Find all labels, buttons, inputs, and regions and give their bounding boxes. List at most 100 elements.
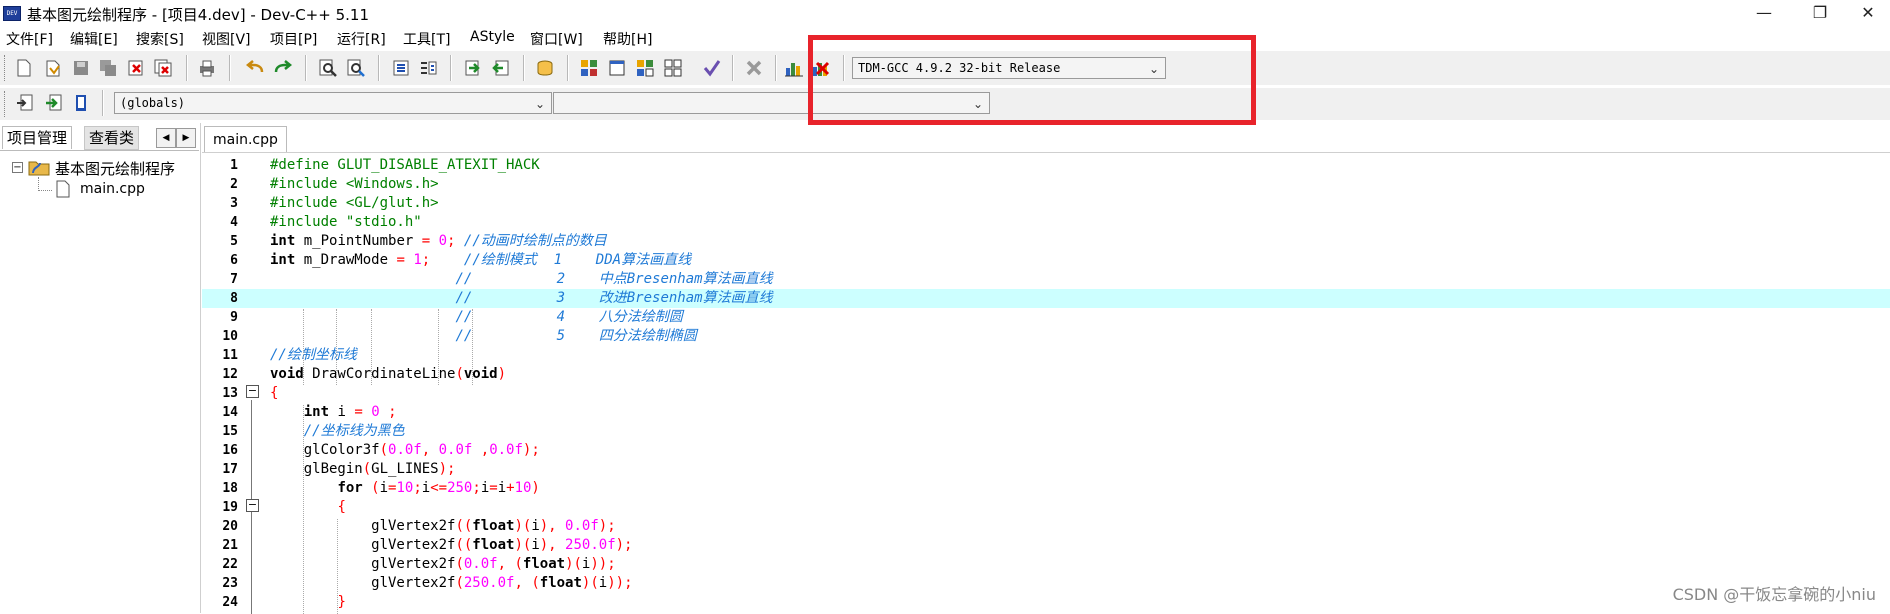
find-icon[interactable] xyxy=(317,57,339,79)
code-line[interactable]: 5 int m_PointNumber = 0; //动画时绘制点的数目 xyxy=(202,232,1890,251)
close-file-icon[interactable] xyxy=(125,57,147,79)
code-token: #include <GL/glut.h> xyxy=(270,195,439,211)
compile-icon[interactable] xyxy=(578,57,600,79)
new-file-icon[interactable] xyxy=(13,57,35,79)
line-number: 14 xyxy=(222,405,238,420)
close-button[interactable]: ✕ xyxy=(1846,0,1890,26)
code-token: i xyxy=(480,480,490,496)
maximize-button[interactable]: ❐ xyxy=(1798,0,1842,26)
rebuild-all-icon[interactable] xyxy=(662,57,684,79)
line-number: 23 xyxy=(222,576,238,591)
code-line[interactable]: 1 #define GLUT_DISABLE_ATEXIT_HACK xyxy=(202,156,1890,175)
code-line[interactable]: 12 void DrawCordinateLine(void) xyxy=(202,365,1890,384)
run-icon[interactable] xyxy=(606,57,628,79)
save-icon[interactable] xyxy=(70,57,92,79)
member-select[interactable]: ⌄ xyxy=(553,92,990,114)
tab-main-cpp[interactable]: main.cpp xyxy=(204,126,287,153)
tab-class-browser[interactable]: 查看类 xyxy=(84,126,140,150)
code-token: i xyxy=(329,404,355,420)
code-token: <= xyxy=(430,480,448,496)
code-line[interactable]: 8 // 3 改进Bresenham算法画直线 xyxy=(202,289,1890,308)
menu-project[interactable]: 项目[P] xyxy=(270,29,317,49)
menu-edit[interactable]: 编辑[E] xyxy=(70,29,118,49)
project-tree-root[interactable]: 基本图元绘制程序 xyxy=(55,158,175,179)
code-token: i xyxy=(598,575,608,591)
code-token: // 2 中点Bresenham算法画直线 xyxy=(455,271,773,287)
menu-tools[interactable]: 工具[T] xyxy=(403,29,450,49)
code-text: //绘制坐标线 xyxy=(270,346,357,365)
code-text: #define GLUT_DISABLE_ATEXIT_HACK xyxy=(270,156,540,175)
code-line[interactable]: 18 for (i=10;i<=250;i=i+10) xyxy=(202,479,1890,498)
unindent-icon[interactable] xyxy=(417,57,439,79)
project-options-icon[interactable] xyxy=(534,57,556,79)
save-all-icon[interactable] xyxy=(97,57,119,79)
code-line[interactable]: 24 } xyxy=(202,593,1890,612)
code-line[interactable]: 4 #include "stdio.h" xyxy=(202,213,1890,232)
indent-icon[interactable] xyxy=(390,57,412,79)
bookmark-icon[interactable] xyxy=(70,92,92,114)
code-line[interactable]: 3 #include <GL/glut.h> xyxy=(202,194,1890,213)
code-line[interactable]: 9 // 4 八分法绘制圆 xyxy=(202,308,1890,327)
compile-run-icon[interactable] xyxy=(634,57,656,79)
replace-icon[interactable] xyxy=(345,57,367,79)
code-line[interactable]: 10 // 5 四分法绘制椭圆 xyxy=(202,327,1890,346)
code-token: (( xyxy=(455,518,473,534)
code-line[interactable]: 15 //坐标线为黑色 xyxy=(202,422,1890,441)
code-token: ); xyxy=(615,537,633,553)
open-file-icon[interactable] xyxy=(42,57,64,79)
code-line[interactable]: 21 glVertex2f((float)(i), 250.0f); xyxy=(202,536,1890,555)
window-title: 基本图元绘制程序 - [项目4.dev] - Dev-C++ 5.11 xyxy=(27,6,369,24)
insert-code-icon[interactable] xyxy=(13,92,35,114)
code-line[interactable]: 13 { xyxy=(202,384,1890,403)
profile-chart-icon[interactable] xyxy=(783,57,805,79)
undo-icon[interactable] xyxy=(244,57,266,79)
tab-project-manager[interactable]: 项目管理 xyxy=(2,126,73,149)
print-icon[interactable] xyxy=(196,57,218,79)
fold-collapse-icon[interactable]: − xyxy=(246,499,259,512)
compiler-select[interactable]: TDM-GCC 4.9.2 32-bit Release ⌄ xyxy=(852,57,1166,79)
scope-select[interactable]: (globals) ⌄ xyxy=(114,92,552,114)
code-line[interactable]: 17 glBegin(GL_LINES); xyxy=(202,460,1890,479)
tree-file-main-cpp[interactable]: main.cpp xyxy=(80,181,145,197)
tab-scroll-right-icon[interactable]: ▶ xyxy=(176,128,196,148)
menu-window[interactable]: 窗口[W] xyxy=(530,29,583,49)
menu-help[interactable]: 帮助[H] xyxy=(603,29,652,49)
menu-search[interactable]: 搜索[S] xyxy=(136,29,184,49)
code-line[interactable]: 14 int i = 0 ; xyxy=(202,403,1890,422)
code-token: , xyxy=(514,575,523,591)
class-toolbar: (globals) ⌄ ⌄ xyxy=(0,88,1890,120)
tab-scroll-left-icon[interactable]: ◀ xyxy=(156,128,176,148)
remove-from-project-icon[interactable] xyxy=(490,57,512,79)
menu-astyle[interactable]: AStyle xyxy=(470,29,515,45)
add-to-project-icon[interactable] xyxy=(462,57,484,79)
code-line[interactable]: 20 glVertex2f((float)(i), 0.0f); xyxy=(202,517,1890,536)
delete-profile-icon[interactable] xyxy=(810,57,832,79)
code-line[interactable]: 2 #include <Windows.h> xyxy=(202,175,1890,194)
tree-collapse-icon[interactable]: − xyxy=(12,162,23,173)
stop-execution-icon[interactable] xyxy=(743,57,765,79)
fold-collapse-icon[interactable]: − xyxy=(246,385,259,398)
code-line[interactable]: 19 { xyxy=(202,498,1890,517)
menu-view[interactable]: 视图[V] xyxy=(202,29,251,49)
code-line[interactable]: 6 int m_DrawMode = 1; //绘制模式 1 DDA算法画直线 xyxy=(202,251,1890,270)
code-line[interactable]: 22 glVertex2f(0.0f, (float)(i)); xyxy=(202,555,1890,574)
syntax-check-icon[interactable] xyxy=(701,57,723,79)
minimize-button[interactable]: — xyxy=(1742,0,1786,26)
close-all-icon[interactable] xyxy=(152,57,174,79)
code-token: glBegin xyxy=(270,461,363,477)
redo-icon[interactable] xyxy=(272,57,294,79)
code-line[interactable]: 23 glVertex2f(250.0f, (float)(i)); xyxy=(202,574,1890,593)
code-token: #define GLUT_DISABLE_ATEXIT_HACK xyxy=(270,157,540,173)
code-token: ; xyxy=(413,480,422,496)
menu-run[interactable]: 运行[R] xyxy=(337,29,386,49)
code-line[interactable]: 11 //绘制坐标线 xyxy=(202,346,1890,365)
code-editor[interactable]: 1 #define GLUT_DISABLE_ATEXIT_HACK 2 #inclu… xyxy=(202,152,1890,614)
cpp-file-icon xyxy=(56,180,70,202)
code-line[interactable]: 16 glColor3f(0.0f, 0.0f ,0.0f); xyxy=(202,441,1890,460)
code-line[interactable]: 7 // 2 中点Bresenham算法画直线 xyxy=(202,270,1890,289)
menu-file[interactable]: 文件[F] xyxy=(6,29,53,49)
goto-declaration-icon[interactable] xyxy=(42,92,64,114)
